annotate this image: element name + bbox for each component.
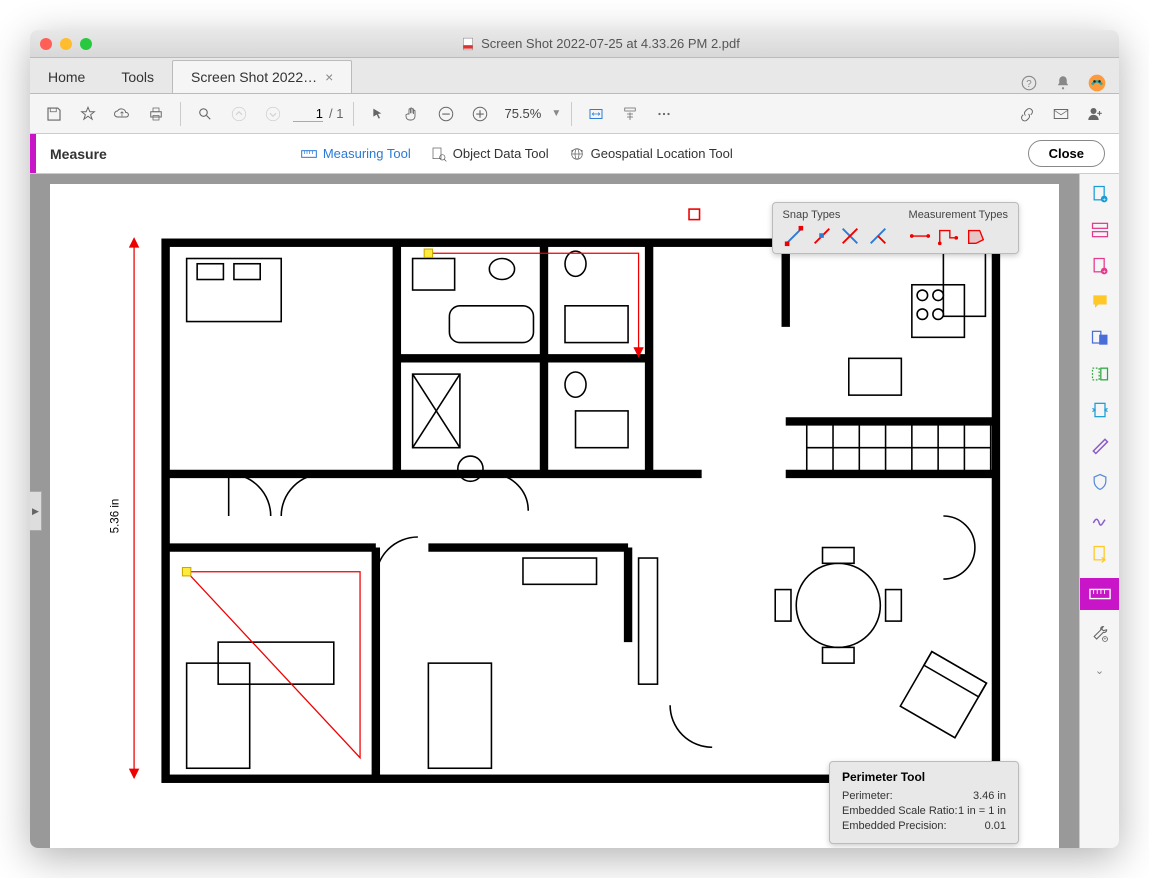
geospatial-tool-button[interactable]: Geospatial Location Tool bbox=[569, 146, 733, 162]
app-window: Screen Shot 2022-07-25 at 4.33.26 PM 2.p… bbox=[30, 30, 1119, 848]
selection-tool-icon[interactable] bbox=[364, 100, 392, 128]
add-person-icon[interactable] bbox=[1081, 100, 1109, 128]
help-icon[interactable]: ? bbox=[1019, 73, 1039, 93]
measure-area-icon[interactable] bbox=[965, 225, 987, 247]
scale-ratio-value: 1 in = 1 in bbox=[958, 805, 1006, 817]
combine-files-icon[interactable] bbox=[1088, 218, 1112, 242]
star-icon[interactable] bbox=[74, 100, 102, 128]
nav-pane-handle[interactable]: ▶ bbox=[30, 491, 42, 531]
collapse-panel-icon[interactable]: ⌄ bbox=[1088, 658, 1112, 682]
snap-midpoint-icon[interactable] bbox=[811, 225, 833, 247]
page-total-label: / 1 bbox=[329, 106, 343, 121]
snap-types-panel[interactable]: Snap Types Measurement Types bbox=[772, 202, 1019, 254]
minimize-window-button[interactable] bbox=[60, 38, 72, 50]
document-viewport[interactable]: ▶ bbox=[30, 174, 1079, 848]
measuring-tool-button[interactable]: Measuring Tool bbox=[301, 146, 411, 162]
svg-text:?: ? bbox=[1026, 79, 1032, 90]
hand-tool-icon[interactable] bbox=[398, 100, 426, 128]
svg-text:+: + bbox=[1102, 198, 1106, 204]
perimeter-tool-panel: Perimeter Tool Perimeter:3.46 in Embedde… bbox=[829, 761, 1019, 844]
save-icon[interactable] bbox=[40, 100, 68, 128]
tab-tools[interactable]: Tools bbox=[103, 61, 172, 93]
object-data-icon bbox=[431, 146, 447, 162]
svg-text:5.36 in: 5.36 in bbox=[109, 499, 121, 534]
snap-intersection-icon[interactable] bbox=[839, 225, 861, 247]
measure-toolbar: Measure Measuring Tool Object Data Tool … bbox=[30, 134, 1119, 174]
edit-pdf-icon[interactable]: + bbox=[1088, 254, 1112, 278]
snap-perpendicular-icon[interactable] bbox=[867, 225, 889, 247]
titlebar: Screen Shot 2022-07-25 at 4.33.26 PM 2.p… bbox=[30, 30, 1119, 58]
zoom-dropdown-icon[interactable]: ▼ bbox=[551, 108, 561, 119]
snap-endpoint-icon[interactable] bbox=[783, 225, 805, 247]
page-number-input[interactable] bbox=[293, 106, 323, 122]
compress-pdf-icon[interactable] bbox=[1088, 398, 1112, 422]
close-measure-button[interactable]: Close bbox=[1028, 140, 1105, 167]
cloud-upload-icon[interactable] bbox=[108, 100, 136, 128]
floorplan-drawing: 5.36 in bbox=[50, 184, 1059, 848]
fit-width-icon[interactable] bbox=[582, 100, 610, 128]
svg-text:+: + bbox=[1102, 270, 1106, 276]
account-icon[interactable] bbox=[1087, 73, 1107, 93]
comment-icon[interactable] bbox=[1088, 290, 1112, 314]
tab-close-button[interactable]: × bbox=[325, 69, 333, 85]
close-window-button[interactable] bbox=[40, 38, 52, 50]
object-data-tool-button[interactable]: Object Data Tool bbox=[431, 146, 549, 162]
zoom-in-icon[interactable] bbox=[466, 100, 494, 128]
measure-tool-icon[interactable] bbox=[1080, 578, 1120, 610]
more-tools-side-icon[interactable]: + bbox=[1088, 622, 1112, 646]
find-icon[interactable] bbox=[191, 100, 219, 128]
pdf-page: 5.36 in Snap Types Measuremen bbox=[50, 184, 1059, 848]
measurement-types-label: Measurement Types bbox=[909, 209, 1008, 221]
share-link-icon[interactable] bbox=[1013, 100, 1041, 128]
precision-value: 0.01 bbox=[985, 820, 1006, 832]
create-pdf-icon[interactable]: + bbox=[1088, 182, 1112, 206]
main-toolbar: / 1 75.5% ▼ bbox=[30, 94, 1119, 134]
page-display-icon[interactable] bbox=[616, 100, 644, 128]
redact-icon[interactable] bbox=[1088, 434, 1112, 458]
page-up-icon[interactable] bbox=[225, 100, 253, 128]
pdf-file-icon bbox=[461, 37, 475, 51]
tab-document[interactable]: Screen Shot 2022… × bbox=[172, 60, 352, 93]
tab-document-label: Screen Shot 2022… bbox=[191, 69, 317, 85]
fill-sign-icon[interactable] bbox=[1088, 506, 1112, 530]
email-icon[interactable] bbox=[1047, 100, 1075, 128]
convert-icon[interactable] bbox=[1088, 542, 1112, 566]
snap-types-label: Snap Types bbox=[783, 209, 889, 221]
organize-pages-icon[interactable] bbox=[1088, 362, 1112, 386]
window-controls bbox=[40, 38, 92, 50]
perimeter-tool-title: Perimeter Tool bbox=[842, 770, 1006, 784]
protect-icon[interactable] bbox=[1088, 470, 1112, 494]
page-down-icon[interactable] bbox=[259, 100, 287, 128]
measure-distance-icon[interactable] bbox=[909, 225, 931, 247]
more-tools-icon[interactable] bbox=[650, 100, 678, 128]
print-icon[interactable] bbox=[142, 100, 170, 128]
measure-title: Measure bbox=[36, 146, 121, 162]
tab-bar: Home Tools Screen Shot 2022… × ? bbox=[30, 58, 1119, 94]
content-area: ▶ bbox=[30, 174, 1119, 848]
right-tool-panel: + + + ⌄ bbox=[1079, 174, 1119, 848]
tab-home[interactable]: Home bbox=[30, 61, 103, 93]
maximize-window-button[interactable] bbox=[80, 38, 92, 50]
ruler-icon bbox=[301, 146, 317, 162]
globe-icon bbox=[569, 146, 585, 162]
zoom-out-icon[interactable] bbox=[432, 100, 460, 128]
measure-perimeter-icon[interactable] bbox=[937, 225, 959, 247]
perimeter-value: 3.46 in bbox=[973, 790, 1006, 802]
window-title: Screen Shot 2022-07-25 at 4.33.26 PM 2.p… bbox=[92, 36, 1109, 51]
svg-text:+: + bbox=[1103, 637, 1106, 643]
notifications-icon[interactable] bbox=[1053, 73, 1073, 93]
export-pdf-icon[interactable] bbox=[1088, 326, 1112, 350]
zoom-level[interactable]: 75.5% bbox=[500, 104, 545, 123]
